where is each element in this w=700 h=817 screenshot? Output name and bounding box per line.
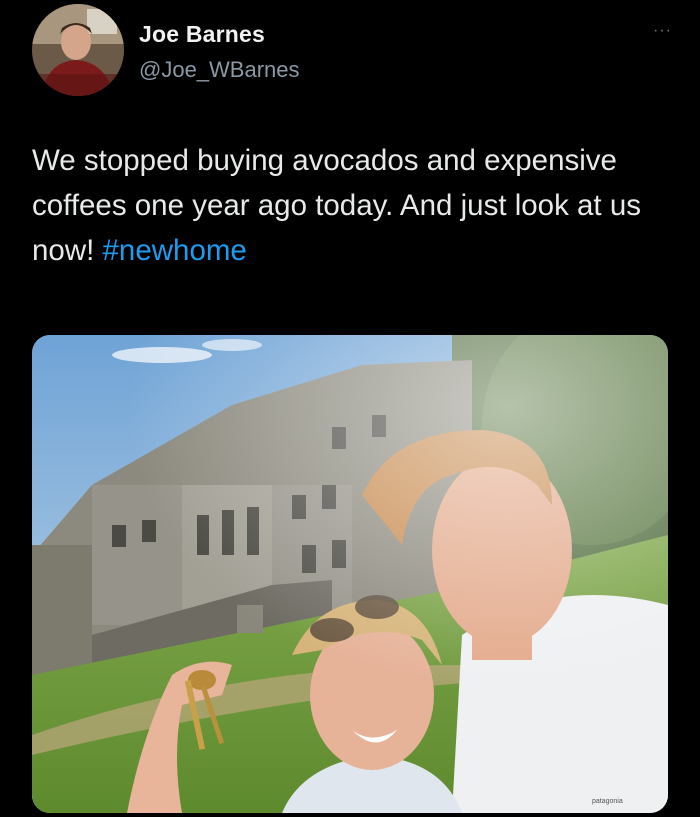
photo-image: patagonia bbox=[32, 335, 668, 813]
tweet-header: Joe Barnes @Joe_WBarnes ··· bbox=[32, 4, 672, 100]
author-handle[interactable]: @Joe_WBarnes bbox=[139, 57, 300, 83]
author-name[interactable]: Joe Barnes bbox=[139, 21, 265, 48]
avatar-image bbox=[32, 4, 124, 96]
tweet-photo[interactable]: patagonia bbox=[32, 335, 668, 813]
more-options-icon[interactable]: ··· bbox=[653, 22, 672, 40]
tweet-text: We stopped buying avocados and expensive… bbox=[32, 138, 672, 273]
tweet: Joe Barnes @Joe_WBarnes ··· We stopped b… bbox=[0, 0, 700, 817]
avatar[interactable] bbox=[32, 4, 124, 96]
hashtag-link[interactable]: #newhome bbox=[103, 234, 247, 267]
